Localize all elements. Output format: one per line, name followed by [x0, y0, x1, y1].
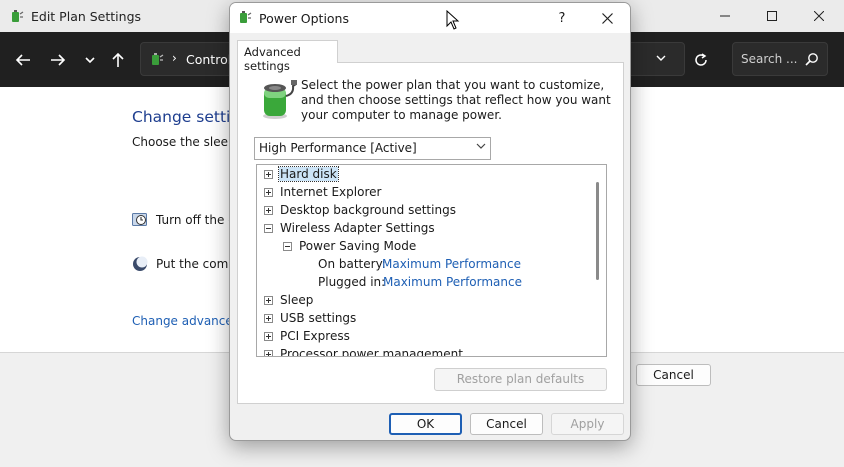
tree-item-processor-power[interactable]: Processor power management — [257, 346, 587, 357]
tree-label: Internet Explorer — [280, 185, 382, 199]
collapse-icon[interactable] — [283, 242, 292, 251]
power-options-icon — [12, 10, 24, 22]
expand-icon[interactable] — [264, 314, 273, 323]
maximize-icon — [767, 11, 777, 21]
expand-icon[interactable] — [264, 188, 273, 197]
dialog-description: Select the power plan that you want to c… — [301, 78, 611, 122]
minimize-icon — [720, 15, 730, 17]
power-options-icon — [240, 11, 252, 23]
breadcrumb-chevron-icon: › — [172, 51, 177, 65]
setting-on-battery[interactable]: On battery: Maximum Performance — [257, 256, 587, 273]
refresh-icon — [695, 53, 707, 66]
dialog-titlebar: Power Options ? — [230, 3, 630, 33]
tree-item-desktop-background[interactable]: Desktop background settings — [257, 202, 587, 219]
help-button[interactable]: ? — [552, 8, 572, 28]
on-battery-value[interactable]: Maximum Performance — [382, 257, 521, 271]
expand-icon[interactable] — [264, 296, 273, 305]
tree-label: Power Saving Mode — [299, 239, 417, 253]
help-icon: ? — [558, 10, 566, 26]
address-breadcrumb[interactable]: Control — [186, 52, 231, 67]
mouse-cursor-icon — [446, 10, 460, 30]
minimize-button[interactable] — [702, 0, 748, 32]
forward-button[interactable] — [47, 49, 69, 71]
plugged-in-value[interactable]: Maximum Performance — [383, 275, 522, 289]
change-advanced-settings-link[interactable]: Change advanced — [132, 314, 240, 328]
bg-window-title: Edit Plan Settings — [31, 9, 142, 24]
tree-label: Hard disk — [278, 166, 339, 182]
chevron-down-icon — [476, 142, 486, 153]
put-computer-to-sleep-label: Put the comp — [156, 257, 236, 271]
battery-plug-icon — [263, 80, 297, 119]
page-title: Change settin — [132, 108, 241, 126]
power-options-dialog: Power Options ? Advanced settings Select… — [229, 2, 631, 441]
chevron-down-icon — [85, 56, 95, 63]
power-plan-dropdown[interactable]: High Performance [Active] — [254, 137, 491, 160]
chevron-down-icon — [656, 55, 666, 61]
search-icon — [805, 53, 818, 66]
tab-advanced-settings[interactable]: Advanced settings — [237, 40, 338, 73]
tree-label: Processor power management — [280, 347, 463, 357]
up-arrow-icon — [112, 52, 124, 67]
expand-icon[interactable] — [264, 170, 273, 179]
refresh-button[interactable] — [690, 49, 712, 71]
moon-icon — [133, 256, 148, 271]
settings-tree[interactable]: Hard disk Internet Explorer Desktop back… — [256, 164, 607, 357]
tree-label: PCI Express — [280, 329, 350, 343]
maximize-button[interactable] — [749, 0, 795, 32]
cancel-button[interactable]: Cancel — [470, 413, 543, 435]
bg-close-button[interactable] — [796, 0, 842, 32]
close-icon — [814, 11, 824, 21]
tree-item-sleep[interactable]: Sleep — [257, 292, 587, 309]
on-battery-label: On battery: — [318, 257, 386, 271]
turn-off-display-label: Turn off the d — [156, 213, 236, 227]
expand-icon[interactable] — [264, 332, 273, 341]
clock-icon — [132, 213, 147, 226]
close-icon — [601, 12, 613, 24]
search-placeholder: Search ... — [741, 52, 798, 66]
up-button[interactable] — [107, 49, 129, 71]
power-options-icon — [152, 53, 164, 65]
collapse-icon[interactable] — [264, 224, 273, 233]
dialog-close-button[interactable] — [595, 7, 619, 29]
forward-arrow-icon — [51, 54, 66, 66]
ok-button[interactable]: OK — [389, 413, 462, 435]
back-button[interactable] — [12, 49, 34, 71]
restore-plan-defaults-button[interactable]: Restore plan defaults — [434, 368, 607, 391]
tree-label: Sleep — [280, 293, 314, 307]
tree-item-pci-express[interactable]: PCI Express — [257, 328, 587, 345]
advanced-settings-panel: Select the power plan that you want to c… — [237, 62, 624, 404]
tree-item-power-saving-mode[interactable]: Power Saving Mode — [257, 238, 587, 255]
tree-item-wireless-adapter[interactable]: Wireless Adapter Settings — [257, 220, 587, 237]
back-arrow-icon — [15, 54, 30, 66]
tree-item-hard-disk[interactable]: Hard disk — [257, 166, 587, 183]
apply-button[interactable]: Apply — [551, 413, 624, 435]
plan-select-value: High Performance [Active] — [259, 141, 417, 155]
tree-label: USB settings — [280, 311, 357, 325]
tree-scrollbar[interactable] — [596, 182, 599, 280]
tree-item-usb-settings[interactable]: USB settings — [257, 310, 587, 327]
tree-item-internet-explorer[interactable]: Internet Explorer — [257, 184, 587, 201]
plugged-in-label: Plugged in: — [318, 275, 386, 289]
dialog-title: Power Options — [259, 11, 349, 26]
recent-locations-button[interactable] — [79, 49, 101, 71]
tree-label: Wireless Adapter Settings — [280, 221, 435, 235]
bg-cancel-button[interactable]: Cancel — [636, 364, 711, 386]
expand-icon[interactable] — [264, 350, 273, 356]
search-input[interactable]: Search ... — [732, 42, 828, 76]
address-dropdown-button[interactable] — [656, 52, 666, 65]
tree-label: Desktop background settings — [280, 203, 456, 217]
setting-plugged-in[interactable]: Plugged in: Maximum Performance — [257, 274, 587, 291]
expand-icon[interactable] — [264, 206, 273, 215]
